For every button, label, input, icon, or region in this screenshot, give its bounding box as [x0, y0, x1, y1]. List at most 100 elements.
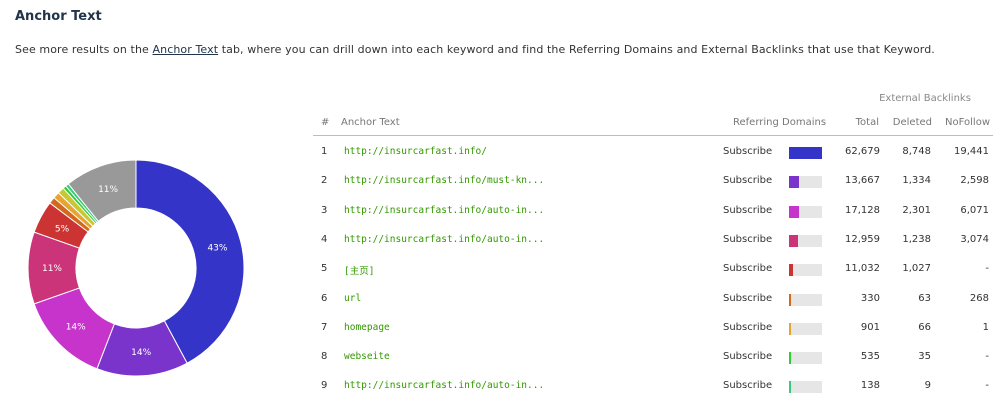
backlinks-share-bar — [789, 322, 822, 335]
row-number: 6 — [321, 292, 328, 304]
donut-slice-label: 14% — [131, 348, 151, 358]
table-row: 9 http://insurcarfast.info/auto-in... Subs… — [313, 372, 993, 401]
anchor-text-link[interactable]: http://insurcarfast.info/auto-in... — [344, 380, 544, 391]
backlinks-nofollow: 6,071 — [960, 204, 989, 216]
backlinks-nofollow: - — [985, 263, 989, 275]
row-number: 7 — [321, 321, 328, 333]
backlinks-nofollow: 2,598 — [960, 175, 989, 187]
backlinks-nofollow: 268 — [969, 292, 989, 304]
col-header-nofollow[interactable]: NoFollow — [945, 117, 990, 131]
referring-domains-subscribe[interactable]: Subscribe — [723, 146, 772, 157]
table-row: 4 http://insurcarfast.info/auto-in... Subs… — [313, 226, 993, 255]
backlinks-deleted: 35 — [918, 351, 931, 363]
anchor-text-link[interactable]: url — [344, 293, 361, 304]
backlinks-deleted: 2,301 — [902, 204, 931, 216]
backlinks-share-bar-fill — [789, 322, 791, 335]
backlinks-share-bar-fill — [789, 234, 798, 247]
table-row: 1 http://insurcarfast.info/Subscribe 62,67… — [313, 138, 993, 167]
col-header-deleted[interactable]: Deleted — [893, 117, 932, 131]
backlinks-share-bar-fill — [789, 205, 799, 218]
backlinks-total: 11,032 — [845, 263, 880, 275]
backlinks-share-bar — [789, 147, 822, 159]
backlinks-deleted: 1,027 — [902, 263, 931, 275]
backlinks-nofollow: - — [985, 380, 989, 392]
donut-slice-label: 11% — [98, 185, 118, 195]
backlinks-total: 12,959 — [845, 233, 880, 245]
referring-domains-subscribe[interactable]: Subscribe — [723, 234, 772, 245]
backlinks-share-bar — [789, 205, 822, 218]
anchor-text-link[interactable]: webseite — [344, 351, 390, 362]
backlinks-total: 17,128 — [845, 204, 880, 216]
row-number: 1 — [321, 146, 328, 157]
external-backlinks-group-header: External Backlinks — [879, 93, 971, 104]
table-row: 3 http://insurcarfast.info/auto-in... Subs… — [313, 197, 993, 226]
backlinks-share-bar-fill — [789, 176, 799, 189]
col-header-referring-domains[interactable]: Referring Domains — [733, 117, 826, 131]
backlinks-share-bar-fill — [789, 352, 791, 365]
table-row: 5 [主页] Subscribe 11,032 1,027 - — [313, 255, 993, 284]
referring-domains-subscribe[interactable]: Subscribe — [723, 205, 772, 216]
backlinks-deleted: 1,334 — [902, 175, 931, 187]
description-text-before: See more results on the — [15, 43, 153, 56]
row-number: 4 — [321, 233, 328, 245]
referring-domains-subscribe[interactable]: Subscribe — [723, 322, 772, 333]
col-header-number: # — [321, 117, 330, 128]
table-row: 7 homepage Subscribe 901 66 1 — [313, 314, 993, 343]
backlinks-deleted: 9 — [924, 380, 931, 392]
backlinks-share-bar-fill — [789, 147, 822, 159]
backlinks-share-bar-fill — [789, 264, 793, 277]
row-number: 3 — [321, 204, 328, 216]
anchor-text-tab-link[interactable]: Anchor Text — [153, 43, 219, 56]
anchor-text-link[interactable]: http://insurcarfast.info/must-kn... — [344, 175, 544, 186]
backlinks-deleted: 8,748 — [902, 146, 931, 157]
backlinks-share-bar — [789, 352, 822, 365]
row-number: 8 — [321, 351, 328, 363]
anchor-text-link[interactable]: http://insurcarfast.info/ — [344, 146, 487, 157]
backlinks-total: 535 — [860, 351, 880, 363]
anchor-text-link[interactable]: http://insurcarfast.info/auto-in... — [344, 234, 544, 245]
anchor-text-link[interactable]: [主页] — [344, 263, 374, 277]
backlinks-share-bar-fill — [789, 381, 791, 394]
row-number: 5 — [321, 263, 328, 275]
anchor-text-link[interactable]: homepage — [344, 322, 390, 333]
backlinks-nofollow: 1 — [982, 321, 989, 333]
table-row: 6 url Subscribe 330 63 268 — [313, 285, 993, 314]
backlinks-deleted: 63 — [918, 292, 931, 304]
donut-slice-label: 11% — [42, 264, 62, 274]
backlinks-total: 62,679 — [845, 146, 880, 157]
backlinks-nofollow: 19,441 — [954, 146, 989, 157]
referring-domains-subscribe[interactable]: Subscribe — [723, 293, 772, 304]
backlinks-share-bar — [789, 264, 822, 277]
header-divider — [313, 135, 993, 136]
donut-slice-label: 43% — [207, 244, 227, 254]
anchor-text-link[interactable]: http://insurcarfast.info/auto-in... — [344, 205, 544, 216]
backlinks-deleted: 66 — [918, 321, 931, 333]
backlinks-share-bar — [789, 176, 822, 189]
table-row: 8 webseite Subscribe 535 35 - — [313, 343, 993, 372]
backlinks-nofollow: - — [985, 351, 989, 363]
backlinks-deleted: 1,238 — [902, 233, 931, 245]
referring-domains-subscribe[interactable]: Subscribe — [723, 263, 772, 274]
description-text-after: tab, where you can drill down into each … — [218, 43, 935, 56]
section-title: Anchor Text — [15, 9, 102, 24]
backlinks-total: 13,667 — [845, 175, 880, 187]
backlinks-total: 901 — [860, 321, 880, 333]
col-header-anchor-text[interactable]: Anchor Text — [341, 117, 400, 131]
table-row: 2 http://insurcarfast.info/must-kn... Subs… — [313, 167, 993, 196]
donut-slice-label: 14% — [66, 322, 86, 332]
anchor-text-donut-chart: 43% 14% 14% 11% 5% 11% — [28, 160, 244, 376]
backlinks-share-bar — [789, 381, 822, 394]
backlinks-nofollow: 3,074 — [960, 233, 989, 245]
backlinks-total: 138 — [860, 380, 880, 392]
row-number: 9 — [321, 380, 328, 392]
backlinks-share-bar-fill — [789, 293, 791, 306]
section-description: See more results on the Anchor Text tab,… — [15, 43, 935, 56]
backlinks-share-bar — [789, 234, 822, 247]
referring-domains-subscribe[interactable]: Subscribe — [723, 175, 772, 186]
backlinks-total: 330 — [860, 292, 880, 304]
referring-domains-subscribe[interactable]: Subscribe — [723, 380, 772, 391]
donut-slice-label: 5% — [55, 224, 70, 234]
col-header-total[interactable]: Total — [856, 117, 879, 131]
referring-domains-subscribe[interactable]: Subscribe — [723, 351, 772, 362]
row-number: 2 — [321, 175, 328, 187]
